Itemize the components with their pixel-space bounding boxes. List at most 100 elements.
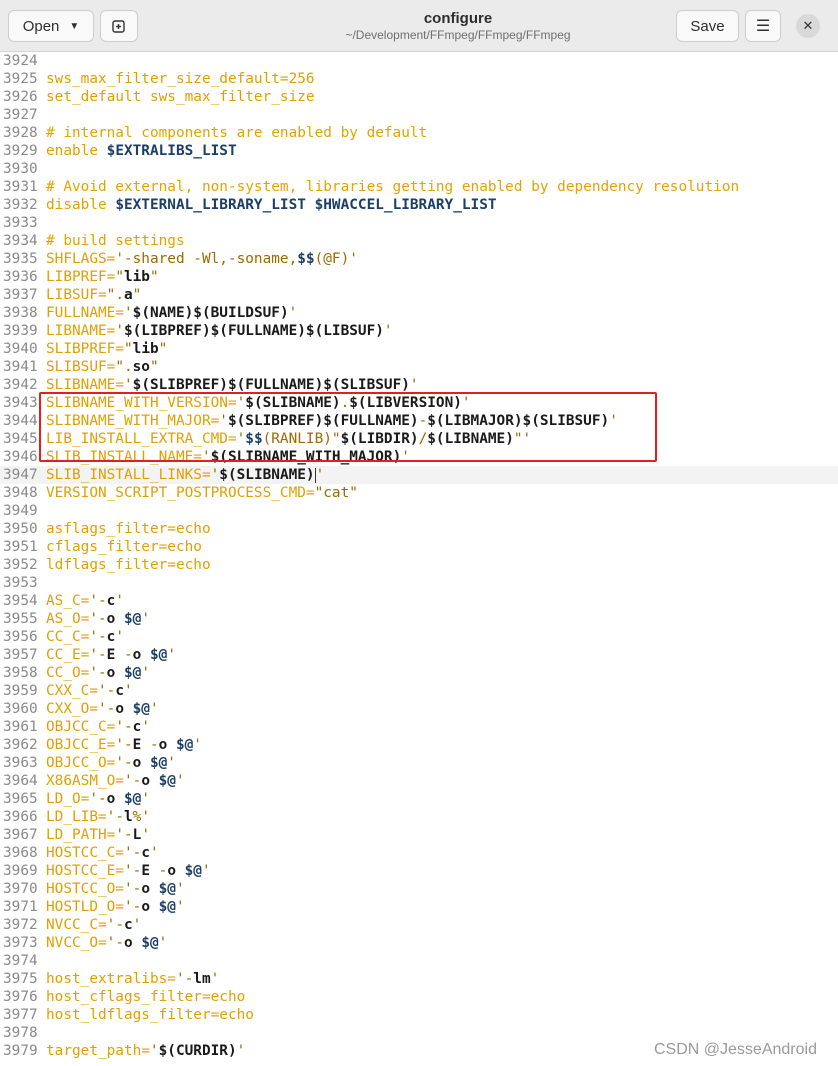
code-line[interactable]: 3957 CC_E='-E -o $@' bbox=[0, 646, 838, 664]
code-token: ". bbox=[115, 359, 133, 375]
code-line[interactable]: 3935 SHFLAGS='-shared -Wl,-soname,$$(@F)' bbox=[0, 250, 838, 268]
code-line[interactable]: 3934 # build settings bbox=[0, 232, 838, 250]
code-token: X86ASM_O= bbox=[46, 773, 124, 789]
code-token: " bbox=[158, 341, 168, 357]
new-tab-button[interactable] bbox=[100, 10, 138, 42]
code-line[interactable]: 3972 NVCC_C='-c' bbox=[0, 916, 838, 934]
code-line[interactable]: 3954 AS_C='-c' bbox=[0, 592, 838, 610]
code-line[interactable]: 3966 LD_LIB='-l%' bbox=[0, 808, 838, 826]
code-line[interactable]: 3928 # internal components are enabled by… bbox=[0, 124, 838, 142]
code-line[interactable]: 3978 bbox=[0, 1024, 838, 1042]
code-token: '- bbox=[89, 665, 107, 681]
code-line[interactable]: 3953 bbox=[0, 574, 838, 592]
code-text: HOSTLD_O='-o $@' bbox=[46, 898, 185, 916]
line-number: 3956 bbox=[3, 629, 38, 645]
code-line[interactable]: 3936 LIBPREF="lib" bbox=[0, 268, 838, 286]
code-line[interactable]: 3959 CXX_C='-c' bbox=[0, 682, 838, 700]
code-line[interactable]: 3948 VERSION_SCRIPT_POSTPROCESS_CMD="cat" bbox=[0, 484, 838, 502]
code-line[interactable]: 3924 bbox=[0, 52, 838, 70]
code-token: LD_O= bbox=[46, 791, 90, 807]
line-number: 3942 bbox=[3, 377, 38, 393]
code-token: CXX_O= bbox=[46, 701, 98, 717]
code-line[interactable]: 3964 X86ASM_O='-o $@' bbox=[0, 772, 838, 790]
code-line[interactable]: 3961 OBJCC_C='-c' bbox=[0, 718, 838, 736]
code-line[interactable]: 3926 set_default sws_max_filter_size bbox=[0, 88, 838, 106]
save-button[interactable]: Save bbox=[676, 10, 739, 42]
code-token: ' bbox=[201, 863, 211, 879]
code-line[interactable]: 3933 bbox=[0, 214, 838, 232]
code-line[interactable]: 3973 NVCC_O='-o $@' bbox=[0, 934, 838, 952]
code-line[interactable]: 3971 HOSTLD_O='-o $@' bbox=[0, 898, 838, 916]
code-line[interactable]: 3938 FULLNAME='$(NAME)$(BUILDSUF)' bbox=[0, 304, 838, 322]
code-token: # build settings bbox=[46, 233, 185, 249]
code-line[interactable]: 3937 LIBSUF=".a" bbox=[0, 286, 838, 304]
code-line[interactable]: 3962 OBJCC_E='-E -o $@' bbox=[0, 736, 838, 754]
code-line[interactable]: 3947 SLIB_INSTALL_LINKS='$(SLIBNAME)' bbox=[0, 466, 838, 484]
code-line[interactable]: 3967 LD_PATH='-L' bbox=[0, 826, 838, 844]
line-number: 3978 bbox=[3, 1025, 38, 1041]
line-number: 3968 bbox=[3, 845, 38, 861]
code-line[interactable]: 3955 AS_O='-o $@' bbox=[0, 610, 838, 628]
code-line[interactable]: 3958 CC_O='-o $@' bbox=[0, 664, 838, 682]
code-line[interactable]: 3939 LIBNAME='$(LIBPREF)$(FULLNAME)$(LIBS… bbox=[0, 322, 838, 340]
line-number: 3977 bbox=[3, 1007, 38, 1023]
code-line[interactable]: 3931 # Avoid external, non-system, librar… bbox=[0, 178, 838, 196]
code-token: '- bbox=[123, 773, 142, 789]
code-token: '- bbox=[123, 863, 142, 879]
line-number: 3958 bbox=[3, 665, 38, 681]
code-line[interactable]: 3930 bbox=[0, 160, 838, 178]
code-line[interactable]: 3970 HOSTCC_O='-o $@' bbox=[0, 880, 838, 898]
hamburger-menu-button[interactable]: ☰ bbox=[745, 10, 781, 42]
code-line[interactable]: 3956 CC_C='-c' bbox=[0, 628, 838, 646]
code-line[interactable]: 3940 SLIBPREF="lib" bbox=[0, 340, 838, 358]
code-token: " bbox=[115, 269, 124, 285]
code-token: enable bbox=[46, 143, 107, 159]
code-line[interactable]: 3941 SLIBSUF=".so" bbox=[0, 358, 838, 376]
code-line[interactable]: 3975 host_extralibs='-lm' bbox=[0, 970, 838, 988]
code-token: o bbox=[141, 899, 159, 915]
code-line[interactable]: 3929 enable $EXTRALIBS_LIST bbox=[0, 142, 838, 160]
line-number: 3949 bbox=[3, 503, 38, 519]
new-tab-icon bbox=[112, 20, 125, 33]
code-line[interactable]: 3968 HOSTCC_C='-c' bbox=[0, 844, 838, 862]
code-line[interactable]: 3960 CXX_O='-o $@' bbox=[0, 700, 838, 718]
code-token: $(LIBPREF)$(FULLNAME)$(LIBSUF) bbox=[123, 323, 384, 339]
code-token: ' bbox=[115, 629, 124, 645]
code-token: '- bbox=[115, 755, 133, 771]
close-button[interactable]: ✕ bbox=[796, 14, 820, 38]
open-button[interactable]: Open ▼ bbox=[8, 10, 94, 42]
code-line[interactable]: 3952 ldflags_filter=echo bbox=[0, 556, 838, 574]
code-token: ' bbox=[193, 737, 202, 753]
text-editor[interactable]: 3924 3925 sws_max_filter_size_default=256 3… bbox=[0, 52, 838, 1066]
code-token: LD_PATH= bbox=[46, 827, 116, 843]
code-line[interactable]: 3977 host_ldflags_filter=echo bbox=[0, 1006, 838, 1024]
code-token: ' bbox=[158, 935, 168, 951]
line-number: 3936 bbox=[3, 269, 38, 285]
close-icon: ✕ bbox=[802, 18, 814, 34]
code-line[interactable]: 3963 OBJCC_O='-o $@' bbox=[0, 754, 838, 772]
code-line[interactable]: 3965 LD_O='-o $@' bbox=[0, 790, 838, 808]
code-token: " bbox=[123, 341, 133, 357]
code-token: SLIBSUF= bbox=[46, 359, 116, 375]
code-token: CXX_C= bbox=[46, 683, 98, 699]
code-line[interactable]: 3925 sws_max_filter_size_default=256 bbox=[0, 70, 838, 88]
code-token: OBJCC_C= bbox=[46, 719, 116, 735]
line-number: 3951 bbox=[3, 539, 38, 555]
code-line[interactable]: 3974 bbox=[0, 952, 838, 970]
code-line[interactable]: 3949 bbox=[0, 502, 838, 520]
code-text: CC_C='-c' bbox=[46, 628, 124, 646]
code-token: o bbox=[106, 791, 124, 807]
code-line[interactable]: 3950 asflags_filter=echo bbox=[0, 520, 838, 538]
code-line[interactable]: 3969 HOSTCC_E='-E -o $@' bbox=[0, 862, 838, 880]
code-text: CXX_O='-o $@' bbox=[46, 700, 159, 718]
code-token: ' bbox=[141, 665, 150, 681]
code-token: o bbox=[158, 737, 176, 753]
code-line[interactable]: 3951 cflags_filter=echo bbox=[0, 538, 838, 556]
code-line[interactable]: 3976 host_cflags_filter=echo bbox=[0, 988, 838, 1006]
code-token: L bbox=[132, 827, 142, 843]
line-number: 3971 bbox=[3, 899, 38, 915]
code-line[interactable]: 3927 bbox=[0, 106, 838, 124]
line-number: 3931 bbox=[3, 179, 38, 195]
code-line[interactable]: 3932 disable $EXTERNAL_LIBRARY_LIST $HWAC… bbox=[0, 196, 838, 214]
